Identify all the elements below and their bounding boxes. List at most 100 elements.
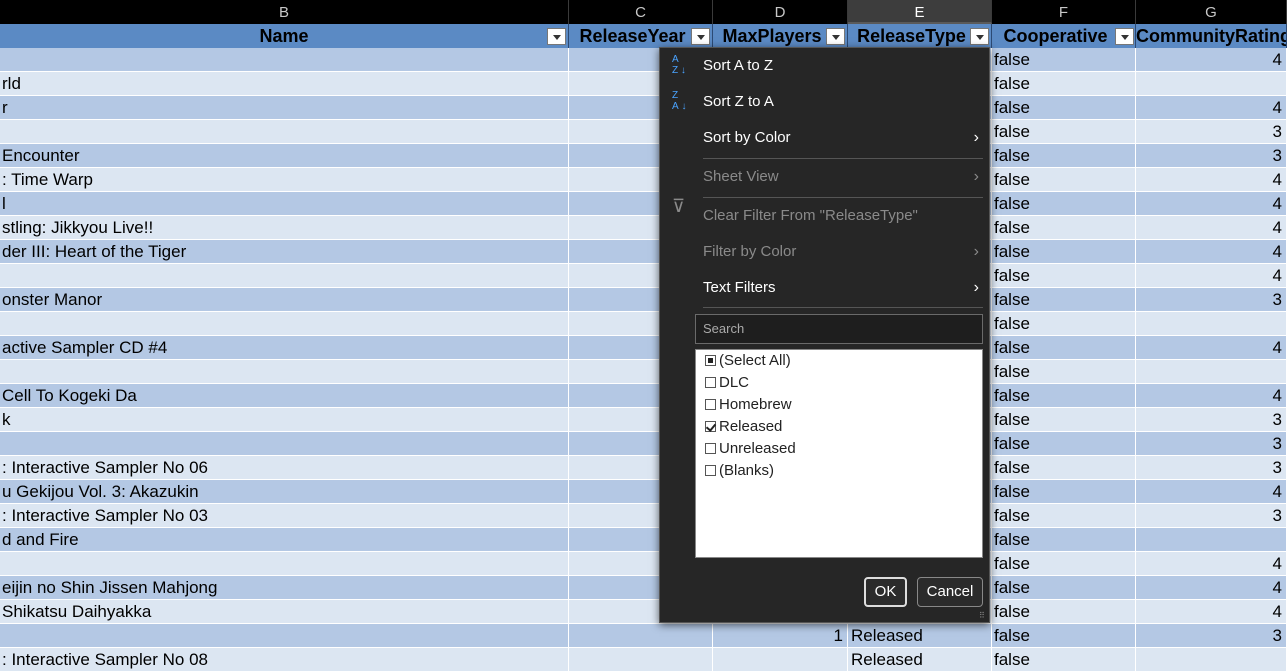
filter-dropdown-release-year[interactable] <box>691 28 710 45</box>
cell-cooperative[interactable]: false <box>992 312 1136 336</box>
cell-name[interactable]: eijin no Shin Jissen Mahjong <box>0 576 569 600</box>
cell-cooperative[interactable]: false <box>992 360 1136 384</box>
cell-community-rating[interactable]: 4 <box>1136 480 1287 504</box>
cell-max-players[interactable]: 1 <box>713 624 848 648</box>
cell-cooperative[interactable]: false <box>992 48 1136 72</box>
cell-cooperative[interactable]: false <box>992 240 1136 264</box>
filter-search-input[interactable]: Search <box>695 314 983 344</box>
filter-dropdown-name[interactable] <box>547 28 566 45</box>
cell-cooperative[interactable]: false <box>992 480 1136 504</box>
cell-cooperative[interactable]: false <box>992 552 1136 576</box>
text-filters-item[interactable]: Text Filters › <box>660 270 989 306</box>
column-header-e[interactable]: E <box>848 0 992 24</box>
cell-name[interactable] <box>0 624 569 648</box>
cell-release-year[interactable] <box>569 648 713 672</box>
checkbox-dlc[interactable] <box>705 377 716 388</box>
filter-value-homebrew[interactable]: Homebrew <box>705 394 792 416</box>
cell-name[interactable]: : Interactive Sampler No 03 <box>0 504 569 528</box>
cell-cooperative[interactable]: false <box>992 624 1136 648</box>
cell-name[interactable]: active Sampler CD #4 <box>0 336 569 360</box>
cell-community-rating[interactable]: 3 <box>1136 504 1287 528</box>
column-header-d[interactable]: D <box>713 0 848 24</box>
cell-cooperative[interactable]: false <box>992 408 1136 432</box>
cell-cooperative[interactable]: false <box>992 216 1136 240</box>
cell-community-rating[interactable] <box>1136 648 1287 672</box>
checkbox-released[interactable] <box>705 421 716 432</box>
cell-name[interactable]: l <box>0 192 569 216</box>
cell-name[interactable]: Encounter <box>0 144 569 168</box>
cell-community-rating[interactable]: 3 <box>1136 624 1287 648</box>
filter-value-select-all[interactable]: (Select All) <box>705 350 791 372</box>
cell-community-rating[interactable] <box>1136 528 1287 552</box>
cell-max-players[interactable] <box>713 648 848 672</box>
cell-cooperative[interactable]: false <box>992 120 1136 144</box>
column-header-c[interactable]: C <box>569 0 713 24</box>
cell-name[interactable]: Cell To Kogeki Da <box>0 384 569 408</box>
cell-community-rating[interactable] <box>1136 312 1287 336</box>
cell-community-rating[interactable]: 4 <box>1136 168 1287 192</box>
cell-name[interactable]: : Time Warp <box>0 168 569 192</box>
cell-cooperative[interactable]: false <box>992 504 1136 528</box>
cell-name[interactable] <box>0 432 569 456</box>
column-header-b[interactable]: B <box>0 0 569 24</box>
cell-name[interactable]: Shikatsu Daihyakka <box>0 600 569 624</box>
cell-community-rating[interactable]: 3 <box>1136 456 1287 480</box>
column-header-f[interactable]: F <box>992 0 1136 24</box>
cell-name[interactable] <box>0 312 569 336</box>
filter-value-unreleased[interactable]: Unreleased <box>705 438 796 460</box>
filter-value-blanks[interactable]: (Blanks) <box>705 460 774 482</box>
cell-name[interactable]: der III: Heart of the Tiger <box>0 240 569 264</box>
cell-cooperative[interactable]: false <box>992 336 1136 360</box>
cell-cooperative[interactable]: false <box>992 288 1136 312</box>
cell-name[interactable]: u Gekijou Vol. 3: Akazukin <box>0 480 569 504</box>
cell-community-rating[interactable]: 3 <box>1136 144 1287 168</box>
checkbox-homebrew[interactable] <box>705 399 716 410</box>
cell-community-rating[interactable]: 3 <box>1136 288 1287 312</box>
filter-dropdown-cooperative[interactable] <box>1115 28 1134 45</box>
cell-name[interactable] <box>0 552 569 576</box>
cell-name[interactable]: : Interactive Sampler No 08 <box>0 648 569 672</box>
cell-cooperative[interactable]: false <box>992 384 1136 408</box>
cell-cooperative[interactable]: false <box>992 600 1136 624</box>
cell-community-rating[interactable] <box>1136 360 1287 384</box>
cell-name[interactable] <box>0 264 569 288</box>
checkbox-unreleased[interactable] <box>705 443 716 454</box>
cell-community-rating[interactable]: 4 <box>1136 216 1287 240</box>
sort-z-to-a-item[interactable]: ZA ↓ Sort Z to A <box>660 84 989 120</box>
cell-name[interactable] <box>0 48 569 72</box>
cell-community-rating[interactable]: 3 <box>1136 120 1287 144</box>
checkbox-blanks[interactable] <box>705 465 716 476</box>
filter-value-dlc[interactable]: DLC <box>705 372 749 394</box>
cell-name[interactable]: stling: Jikkyou Live!! <box>0 216 569 240</box>
cell-cooperative[interactable]: false <box>992 432 1136 456</box>
cell-community-rating[interactable]: 4 <box>1136 336 1287 360</box>
cell-cooperative[interactable]: false <box>992 456 1136 480</box>
cell-release-type[interactable]: Released <box>848 624 992 648</box>
column-header-g[interactable]: G <box>1136 0 1287 24</box>
cell-community-rating[interactable]: 4 <box>1136 600 1287 624</box>
cell-community-rating[interactable]: 4 <box>1136 192 1287 216</box>
cell-community-rating[interactable]: 3 <box>1136 432 1287 456</box>
cell-community-rating[interactable]: 4 <box>1136 96 1287 120</box>
resize-grip-icon[interactable]: ⠿ <box>979 612 987 620</box>
filter-dropdown-max-players[interactable] <box>826 28 845 45</box>
cell-name[interactable]: : Interactive Sampler No 06 <box>0 456 569 480</box>
cell-release-year[interactable] <box>569 624 713 648</box>
cancel-button[interactable]: Cancel <box>917 577 983 607</box>
sort-by-color-item[interactable]: Sort by Color › <box>660 120 989 156</box>
cell-name[interactable]: k <box>0 408 569 432</box>
cell-name[interactable] <box>0 120 569 144</box>
cell-cooperative[interactable]: false <box>992 96 1136 120</box>
cell-name[interactable]: rld <box>0 72 569 96</box>
cell-name[interactable]: onster Manor <box>0 288 569 312</box>
checkbox-select-all[interactable] <box>705 355 716 366</box>
cell-cooperative[interactable]: false <box>992 192 1136 216</box>
cell-name[interactable]: d and Fire <box>0 528 569 552</box>
cell-community-rating[interactable]: 4 <box>1136 264 1287 288</box>
filter-value-released[interactable]: Released <box>705 416 782 438</box>
cell-release-type[interactable]: Released <box>848 648 992 672</box>
cell-cooperative[interactable]: false <box>992 168 1136 192</box>
cell-cooperative[interactable]: false <box>992 648 1136 672</box>
cell-community-rating[interactable]: 3 <box>1136 408 1287 432</box>
sort-a-to-z-item[interactable]: AZ ↓ Sort A to Z <box>660 48 989 84</box>
